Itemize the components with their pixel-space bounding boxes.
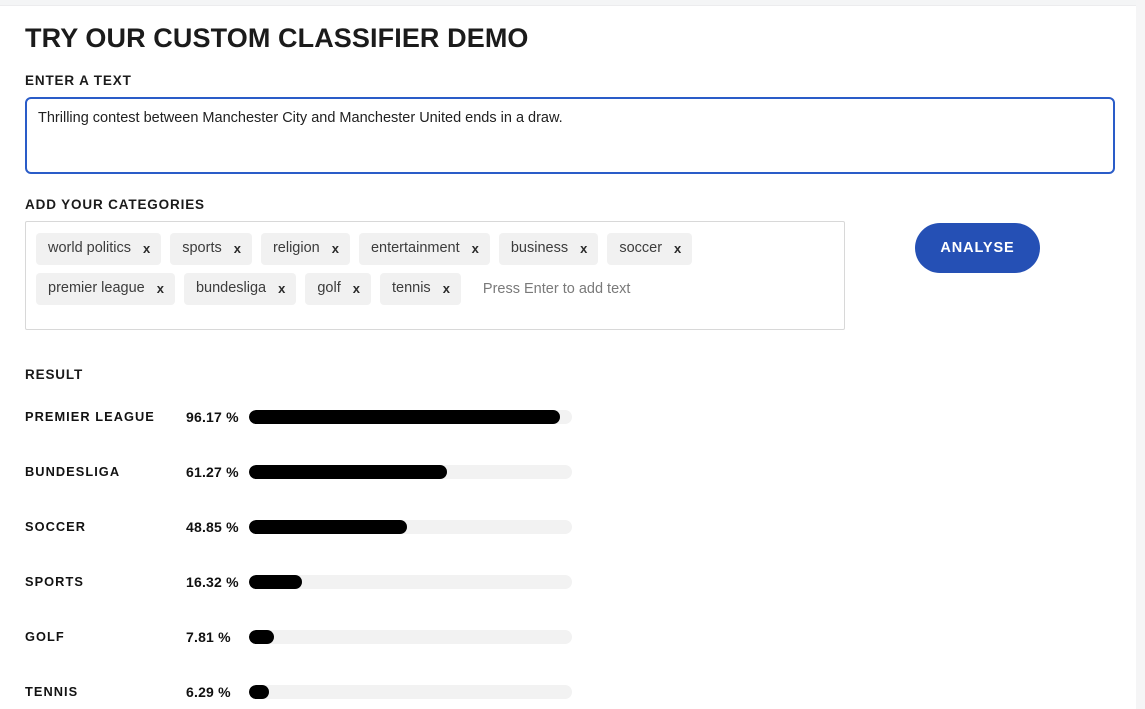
result-bar-track [249, 464, 572, 479]
category-chip-label: sports [182, 239, 222, 256]
result-bar-fill [249, 409, 560, 424]
category-chip-label: premier league [48, 279, 145, 296]
result-category-label: SPORTS [25, 574, 84, 590]
remove-chip-icon[interactable]: x [143, 241, 150, 256]
category-chip-label: world politics [48, 239, 131, 256]
text-input-value: Thrilling contest between Manchester Cit… [38, 110, 563, 127]
category-chip[interactable]: entertainment x [358, 233, 490, 266]
result-bar-track [249, 574, 572, 589]
category-chip[interactable]: sports x [170, 233, 252, 266]
remove-chip-icon[interactable]: x [332, 241, 339, 256]
result-bar-track [249, 519, 572, 534]
category-chip-label: tennis [391, 279, 431, 296]
category-chip-label: soccer [619, 239, 663, 256]
result-category-label: GOLF [25, 629, 65, 645]
remove-chip-icon[interactable]: x [353, 281, 360, 296]
category-chip[interactable]: tennis x [379, 273, 461, 306]
category-chip-label: golf [317, 279, 341, 296]
result-category-label: SOCCER [25, 519, 87, 535]
category-chip-label: religion [272, 239, 320, 256]
result-bar-fill [249, 574, 302, 589]
category-chip[interactable]: religion x [260, 233, 350, 266]
result-percent-value: 6.29 % [186, 683, 231, 700]
result-row: SPORTS 16.32 % [25, 569, 1111, 594]
result-percent-value: 7.81 % [186, 628, 231, 645]
result-category-label: PREMIER LEAGUE [25, 409, 155, 425]
result-bar-track [249, 409, 572, 424]
category-chip[interactable]: world politics x [36, 233, 162, 266]
page-content: TRY OUR CUSTOM CLASSIFIER DEMO ENTER A T… [0, 7, 1136, 709]
text-input-field[interactable]: Thrilling contest between Manchester Cit… [25, 97, 1115, 175]
result-percent-value: 61.27 % [186, 463, 239, 480]
category-input-placeholder[interactable]: Press Enter to add text [470, 273, 631, 305]
remove-chip-icon[interactable]: x [157, 281, 164, 296]
result-row: PREMIER LEAGUE 96.17 % [25, 404, 1111, 429]
categories-row: world politics x sports x religion x ent… [25, 221, 1111, 331]
category-chip[interactable]: soccer x [607, 233, 693, 266]
category-chip[interactable]: premier league x [36, 273, 175, 306]
remove-chip-icon[interactable]: x [674, 241, 681, 256]
category-chip-label: bundesliga [195, 279, 267, 296]
result-bar-fill [249, 684, 270, 699]
remove-chip-icon[interactable]: x [234, 241, 241, 256]
remove-chip-icon[interactable]: x [472, 241, 479, 256]
analyse-button[interactable]: ANALYSE [915, 223, 1040, 274]
category-chip[interactable]: golf x [305, 273, 371, 306]
result-row: SOCCER 48.85 % [25, 514, 1111, 539]
top-edge-strip [0, 0, 1145, 6]
result-label: RESULT [25, 367, 84, 383]
right-edge-strip [1136, 0, 1145, 709]
enter-a-text-label: ENTER A TEXT [25, 73, 132, 89]
category-chip-label: business [510, 239, 569, 256]
result-bar-fill [249, 519, 407, 534]
remove-chip-icon[interactable]: x [443, 281, 450, 296]
result-percent-value: 16.32 % [186, 573, 239, 590]
analyse-button-wrap: ANALYSE [915, 221, 1040, 274]
result-row: GOLF 7.81 % [25, 624, 1111, 649]
result-category-label: TENNIS [25, 684, 79, 700]
result-bar-fill [249, 629, 275, 644]
category-chip-label: entertainment [370, 239, 460, 256]
result-percent-value: 48.85 % [186, 518, 239, 535]
remove-chip-icon[interactable]: x [580, 241, 587, 256]
category-chip[interactable]: business x [498, 233, 599, 266]
remove-chip-icon[interactable]: x [278, 281, 285, 296]
result-bar-track [249, 684, 572, 699]
add-your-categories-label: ADD YOUR CATEGORIES [25, 197, 205, 213]
categories-input-box[interactable]: world politics x sports x religion x ent… [25, 221, 845, 331]
result-bar-fill [249, 464, 447, 479]
result-bar-track [249, 629, 572, 644]
result-list: PREMIER LEAGUE 96.17 % BUNDESLIGA 61.27 % SO… [25, 404, 1111, 704]
result-row: TENNIS 6.29 % [25, 679, 1111, 704]
page-title: TRY OUR CUSTOM CLASSIFIER DEMO [25, 23, 529, 53]
result-category-label: BUNDESLIGA [25, 464, 121, 480]
result-row: BUNDESLIGA 61.27 % [25, 459, 1111, 484]
category-chip[interactable]: bundesliga x [183, 273, 297, 306]
result-percent-value: 96.17 % [186, 408, 239, 425]
classifier-demo-page: TRY OUR CUSTOM CLASSIFIER DEMO ENTER A T… [0, 0, 1145, 709]
